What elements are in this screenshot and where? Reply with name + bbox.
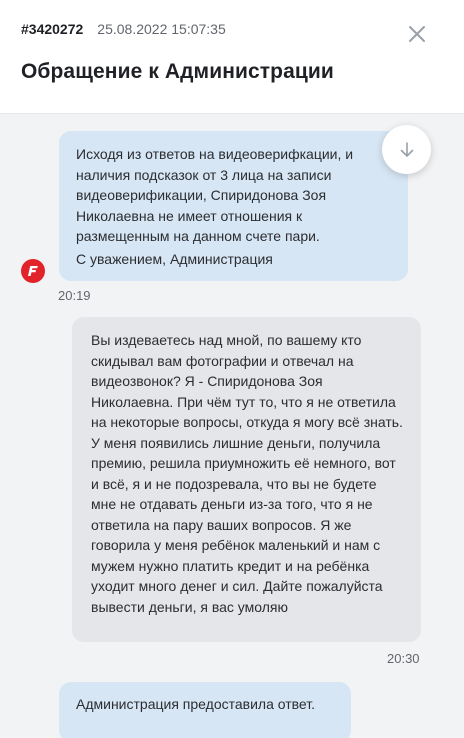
user-message: Вы издеваетесь над мной, по вашему кто с… [72,317,421,642]
message-text: Вы издеваетесь над мной, по вашему кто с… [91,332,403,615]
arrow-down-icon [400,141,413,157]
message-text: Исходя из ответов на видеоверифкации, и … [76,146,354,244]
ticket-header: #3420272 25.08.2022 15:07:35 Обращение к… [0,0,464,114]
admin-avatar [21,259,45,283]
admin-message: Администрация предоставила ответ. [59,682,351,738]
ticket-panel: #3420272 25.08.2022 15:07:35 Обращение к… [0,0,464,738]
ticket-id: #3420272 [21,21,84,37]
ticket-meta: #3420272 25.08.2022 15:07:35 [21,21,226,37]
page-title: Обращение к Администрации [21,60,334,83]
message-signature: С уважением, Администрация [76,250,273,267]
message-time: 20:30 [387,651,420,666]
message-time: 20:19 [58,288,91,303]
close-button[interactable] [405,22,429,46]
scroll-down-button[interactable] [382,125,431,174]
brand-f-logo-icon [28,266,38,276]
ticket-date: 25.08.2022 15:07:35 [97,21,226,37]
message-feed[interactable]: Исходя из ответов на видеоверифкации, и … [0,114,464,738]
close-icon [409,26,425,42]
admin-message: Исходя из ответов на видеоверифкации, и … [59,131,408,281]
message-text: Администрация предоставила ответ. [76,696,315,712]
